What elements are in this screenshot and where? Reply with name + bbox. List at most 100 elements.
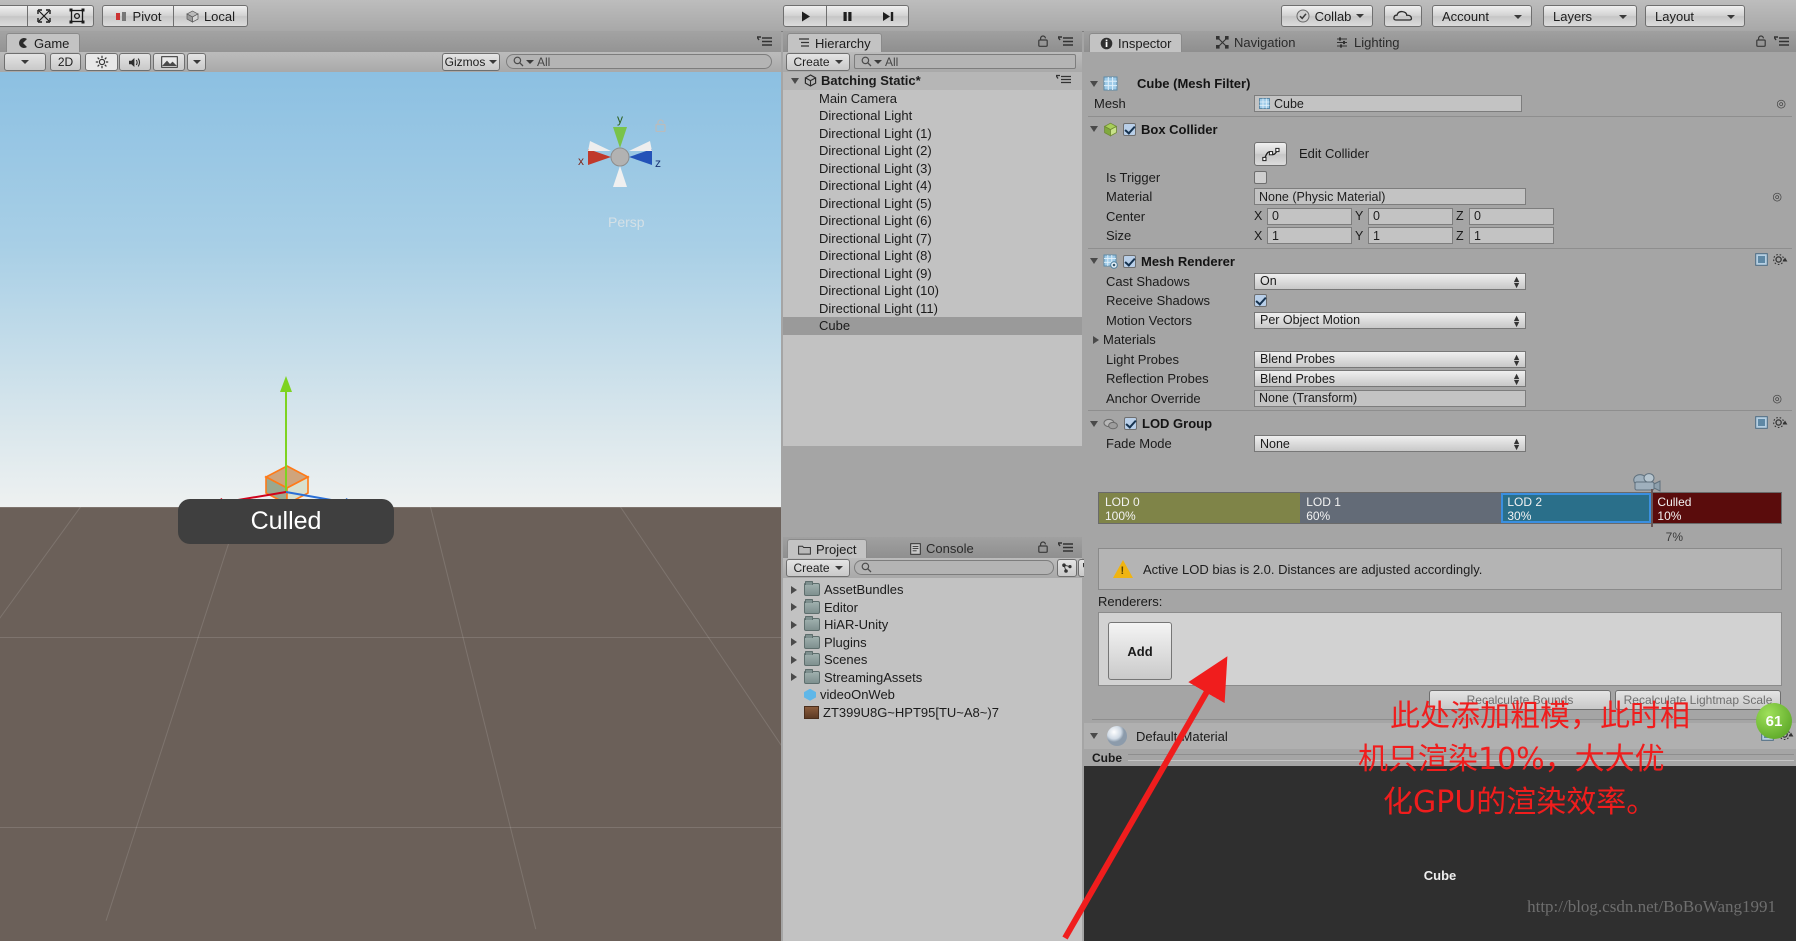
add-renderer-button[interactable]: Add (1108, 622, 1172, 680)
size-y-input[interactable]: 1 (1368, 227, 1453, 245)
lod-level-segment[interactable]: LOD 1 60% (1300, 493, 1502, 523)
hierarchy-scene-row[interactable]: Batching Static* (783, 72, 1082, 90)
collab-button[interactable]: Collab (1281, 5, 1373, 27)
expand-arrow-icon[interactable] (1093, 335, 1099, 344)
hierarchy-search-input[interactable]: All (854, 54, 1076, 69)
hierarchy-create-button[interactable]: Create (786, 53, 850, 71)
audio-toggle[interactable] (119, 53, 151, 71)
tab-hierarchy[interactable]: Hierarchy (787, 33, 882, 52)
hierarchy-item[interactable]: Cube (783, 317, 1082, 335)
tab-lighting[interactable]: Lighting (1326, 33, 1410, 52)
project-search-input[interactable] (854, 560, 1054, 575)
expand-arrow-icon[interactable] (1090, 733, 1098, 739)
project-filter-type-button[interactable] (1057, 559, 1077, 577)
component-header-mesh-renderer[interactable]: Mesh Renderer (1084, 251, 1796, 272)
lod-group-preset-icon[interactable] (1755, 415, 1768, 432)
hierarchy-item[interactable]: Directional Light (5) (783, 195, 1082, 213)
tab-inspector[interactable]: Inspector (1089, 33, 1183, 52)
lighting-toggle[interactable] (85, 53, 118, 71)
expand-arrow-icon[interactable] (1090, 258, 1098, 264)
game-panel-menu-icon[interactable] (756, 35, 773, 50)
lod-level-segment[interactable]: LOD 0 100% (1099, 493, 1301, 523)
project-create-button[interactable]: Create (786, 559, 850, 577)
hierarchy-item[interactable]: Directional Light (10) (783, 282, 1082, 300)
expand-arrow-icon[interactable] (791, 77, 799, 84)
reflection-probes-dropdown[interactable]: Blend Probes ▲ ▼ (1254, 370, 1526, 388)
local-toggle[interactable]: Local (174, 5, 248, 27)
is-trigger-checkbox[interactable] (1254, 170, 1267, 184)
project-item[interactable]: ZT399U8G~HPT95[TU~A8~)7 (783, 704, 1082, 722)
hierarchy-menu-icon[interactable] (1057, 35, 1074, 50)
component-header-mesh-filter[interactable]: Cube (Mesh Filter) (1084, 73, 1796, 94)
hierarchy-item[interactable]: Directional Light (8) (783, 247, 1082, 265)
lod-level-segment[interactable]: Culled 10% (1651, 493, 1781, 523)
edit-collider-button[interactable] (1254, 141, 1287, 166)
move-gizmo[interactable] (190, 362, 390, 522)
center-x-input[interactable]: 0 (1267, 207, 1352, 225)
collider-material-field[interactable]: None (Physic Material) (1254, 188, 1526, 206)
motion-vectors-dropdown[interactable]: Per Object Motion ▲ ▼ (1254, 311, 1526, 329)
pivot-toggle[interactable]: Pivot (102, 5, 174, 27)
mesh-value-field[interactable]: Cube (1254, 95, 1522, 113)
cloud-button[interactable] (1384, 5, 1422, 27)
tool-hand[interactable] (0, 5, 28, 27)
project-lock-icon[interactable] (1038, 541, 1048, 556)
size-z-input[interactable]: 1 (1469, 227, 1554, 245)
play-button[interactable] (783, 5, 827, 27)
gizmos-button[interactable]: Gizmos (442, 53, 500, 71)
aspect-dropdown[interactable] (4, 53, 46, 71)
expand-arrow-icon[interactable] (1090, 126, 1098, 132)
lod-level-bar[interactable]: LOD 0 100% LOD 1 60% LOD 2 30% Culled 10% (1098, 492, 1782, 524)
hierarchy-item[interactable]: Directional Light (9) (783, 265, 1082, 283)
project-rows[interactable]: AssetBundles Editor HiAR-Unity Plugins Scene… (783, 578, 1082, 721)
lod-renderers-box[interactable]: Add (1098, 612, 1782, 686)
size-x-input[interactable]: 1 (1267, 227, 1352, 245)
tool-rect[interactable] (60, 5, 94, 27)
box-collider-enabled-checkbox[interactable] (1123, 122, 1136, 136)
hierarchy-rows[interactable]: Main Camera Directional Light Directional … (783, 90, 1082, 335)
project-item[interactable]: Plugins (783, 633, 1082, 652)
expand-arrow-icon[interactable] (791, 585, 797, 594)
anchor-picker-icon[interactable]: ◎ (1772, 392, 1782, 405)
persp-label[interactable]: Persp (608, 214, 645, 230)
inspector-lock-icon[interactable] (1756, 35, 1766, 50)
expand-arrow-icon[interactable] (791, 673, 797, 682)
lod-camera-icon[interactable] (1626, 471, 1666, 499)
component-header-box-collider[interactable]: Box Collider (1084, 119, 1796, 140)
expand-arrow-icon[interactable] (791, 638, 797, 647)
game-viewport[interactable]: y x z Persp Culled (0, 72, 781, 941)
gizmos-extra-dropdown[interactable] (187, 53, 206, 71)
hierarchy-lock-icon[interactable] (1038, 35, 1048, 50)
hierarchy-item[interactable]: Directional Light (2) (783, 142, 1082, 160)
material-picker-icon[interactable]: ◎ (1772, 190, 1782, 203)
layout-button[interactable]: Layout (1645, 5, 1745, 27)
tab-console[interactable]: Console (900, 539, 984, 558)
hierarchy-item[interactable]: Main Camera (783, 90, 1082, 108)
hierarchy-item[interactable]: Directional Light (3) (783, 160, 1082, 178)
expand-arrow-icon[interactable] (791, 655, 797, 664)
project-item[interactable]: StreamingAssets (783, 668, 1082, 687)
tool-move[interactable] (27, 5, 61, 27)
pause-button[interactable] (826, 5, 868, 27)
mesh-renderer-enabled-checkbox[interactable] (1123, 254, 1136, 268)
hierarchy-item[interactable]: Directional Light (4) (783, 177, 1082, 195)
project-item[interactable]: Scenes (783, 651, 1082, 669)
component-header-lod-group[interactable]: LOD Group (1084, 413, 1796, 434)
hierarchy-item[interactable]: Directional Light (783, 107, 1082, 125)
project-list[interactable]: AssetBundles Editor HiAR-Unity Plugins Scene… (783, 578, 1082, 941)
tab-project[interactable]: Project (787, 539, 868, 558)
hierarchy-item[interactable]: Directional Light (11) (783, 300, 1082, 318)
expand-arrow-icon[interactable] (791, 620, 797, 629)
fade-mode-dropdown[interactable]: None ▲ ▼ (1254, 435, 1526, 453)
hierarchy-item[interactable]: Directional Light (7) (783, 230, 1082, 248)
light-probes-dropdown[interactable]: Blend Probes ▲ ▼ (1254, 350, 1526, 368)
stats-toggle[interactable] (153, 53, 185, 71)
lod-group-enabled-checkbox[interactable] (1124, 417, 1137, 430)
center-z-input[interactable]: 0 (1469, 207, 1554, 225)
layers-button[interactable]: Layers (1543, 5, 1637, 27)
project-item[interactable]: videoOnWeb (783, 686, 1082, 704)
expand-arrow-icon[interactable] (791, 603, 797, 612)
mesh-renderer-preset-icon[interactable] (1755, 253, 1768, 269)
project-item[interactable]: HiAR-Unity (783, 616, 1082, 634)
receive-shadows-checkbox[interactable] (1254, 294, 1267, 308)
